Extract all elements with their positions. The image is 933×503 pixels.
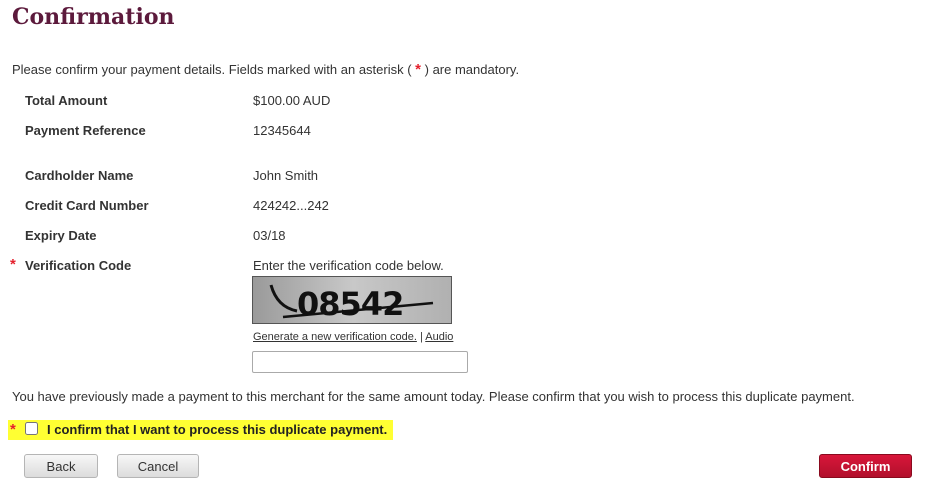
captcha-image: 08542 (252, 276, 452, 324)
captcha-image-graphic: 08542 (253, 277, 451, 323)
back-button[interactable]: Back (24, 454, 98, 478)
duplicate-confirm-row: * I confirm that I want to process this … (8, 420, 393, 440)
captcha-links: Generate a new verification code. | Audi… (253, 331, 453, 343)
required-asterisk-icon: * (10, 256, 16, 273)
intro-text-end: ) are mandatory. (424, 62, 520, 77)
payment-reference-value: 12345644 (253, 123, 311, 138)
cardholder-name-value: John Smith (253, 168, 319, 183)
card-number-label: Credit Card Number (25, 198, 149, 213)
captcha-text: 08542 (297, 285, 403, 323)
total-amount-value: $100.00 AUD (253, 93, 331, 108)
duplicate-confirm-checkbox[interactable] (25, 422, 38, 435)
cardholder-name-label: Cardholder Name (25, 168, 134, 183)
confirm-button[interactable]: Confirm (819, 454, 912, 478)
verification-code-label: Verification Code (25, 258, 132, 273)
intro-text: Please confirm your payment details. Fie… (12, 61, 519, 78)
duplicate-confirm-label[interactable]: I confirm that I want to process this du… (47, 422, 387, 437)
expiry-date-label: Expiry Date (25, 228, 97, 243)
link-separator: | (419, 331, 423, 343)
required-asterisk-icon: * (10, 421, 16, 438)
verification-instruction: Enter the verification code below. (253, 258, 444, 273)
payment-reference-label: Payment Reference (25, 123, 146, 138)
card-number-value: 424242...242 (253, 198, 329, 213)
expiry-date-value: 03/18 (253, 228, 286, 243)
intro-text-start: Please confirm your payment details. Fie… (12, 62, 412, 77)
asterisk-icon: * (415, 61, 422, 78)
verification-code-input[interactable] (252, 351, 468, 373)
duplicate-payment-notice: You have previously made a payment to th… (12, 389, 855, 404)
page-title: Confirmation (12, 4, 175, 30)
total-amount-label: Total Amount (25, 93, 108, 108)
audio-link[interactable]: Audio (425, 331, 453, 343)
generate-code-link[interactable]: Generate a new verification code. (253, 331, 417, 343)
cancel-button[interactable]: Cancel (117, 454, 199, 478)
